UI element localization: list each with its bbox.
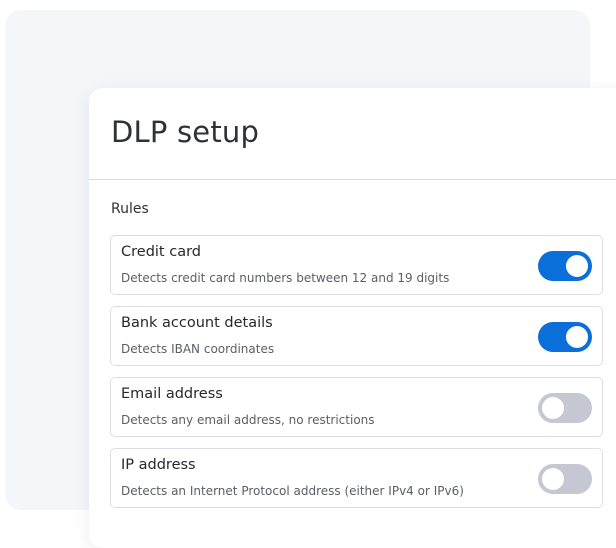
rule-name: Credit card (121, 244, 201, 260)
credit-card-toggle[interactable] (538, 251, 592, 281)
toggle-knob (566, 326, 588, 348)
rule-description: Detects any email address, no restrictio… (121, 413, 375, 427)
rule-name: Bank account details (121, 315, 273, 331)
page-title: DLP setup (111, 115, 260, 149)
rule-name: IP address (121, 457, 196, 473)
rules-section-label: Rules (111, 201, 149, 217)
bank-account-details-toggle[interactable] (538, 322, 592, 352)
dlp-setup-card: DLP setup Rules Credit card Detects cred… (89, 88, 616, 548)
toggle-knob (542, 397, 564, 419)
email-address-toggle[interactable] (538, 393, 592, 423)
rule-description: Detects credit card numbers between 12 a… (121, 271, 450, 285)
rule-email-address: Email address Detects any email address,… (110, 377, 603, 437)
rule-description: Detects an Internet Protocol address (ei… (121, 484, 464, 498)
rule-ip-address: IP address Detects an Internet Protocol … (110, 448, 603, 508)
title-divider (89, 179, 616, 180)
rule-description: Detects IBAN coordinates (121, 342, 275, 356)
rule-name: Email address (121, 386, 223, 402)
toggle-knob (542, 468, 564, 490)
rule-bank-account-details: Bank account details Detects IBAN coordi… (110, 306, 603, 366)
rule-credit-card: Credit card Detects credit card numbers … (110, 235, 603, 295)
toggle-knob (566, 255, 588, 277)
ip-address-toggle[interactable] (538, 464, 592, 494)
